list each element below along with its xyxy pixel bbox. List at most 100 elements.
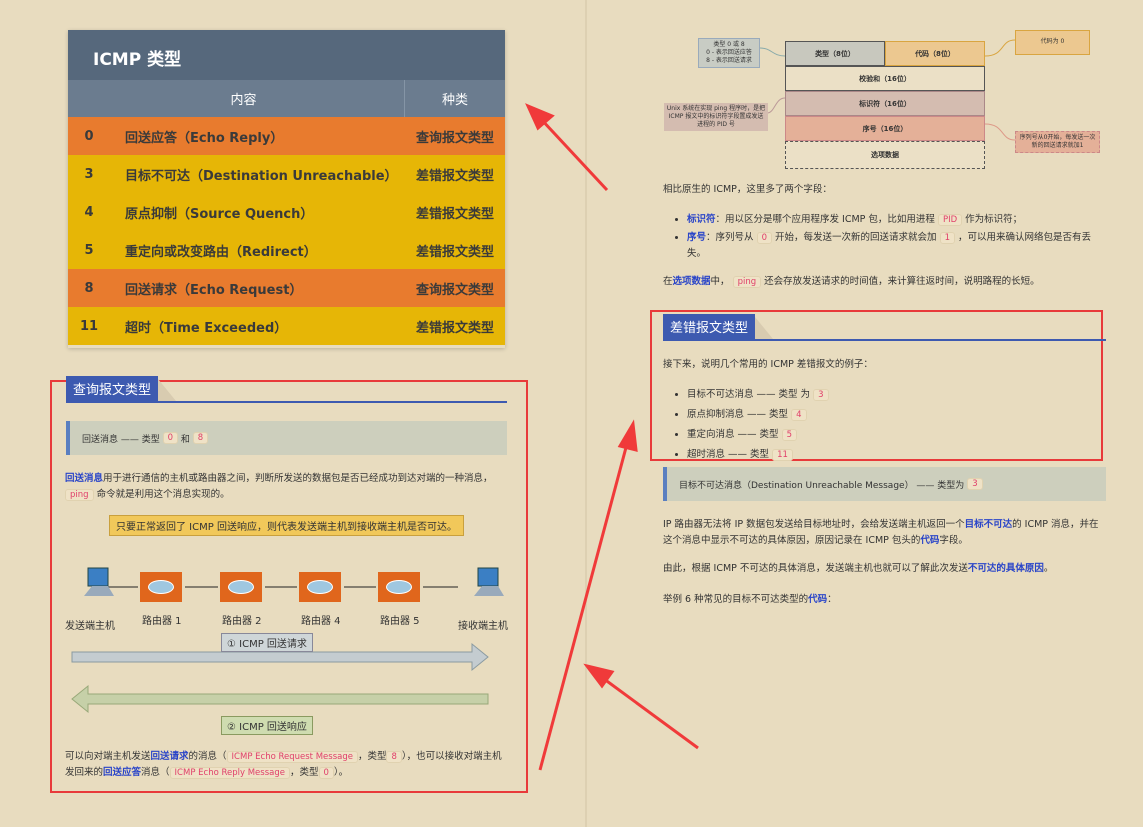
link[interactable]: 目标不可达 <box>965 519 1013 530</box>
response-label: ② ICMP 回送响应 <box>221 716 313 735</box>
error-list: 目标不可达消息 —— 类型 为 3原点抑制消息 —— 类型 4 重定向消息 —— … <box>663 385 829 465</box>
fields-list: 标识符：用以区分是哪个应用程序发 ICMP 包，比如用进程 PID 作为标识符；… <box>663 210 1103 262</box>
text: 命令就是利用这个消息实现的。 <box>96 489 230 500</box>
text: 。 <box>1043 563 1054 574</box>
link[interactable]: 不可达的具体原因 <box>968 563 1044 574</box>
type-kind: 差错报文类型 <box>415 206 494 222</box>
link[interactable]: 序号 <box>687 232 706 243</box>
note-line: 8 - 表示回送请求 <box>706 57 752 64</box>
text: 用于进行通信的主机或路由器之间，判断所发送的数据包是否已经成功到达对端的一种消息… <box>103 473 493 484</box>
type-kind: 差错报文类型 <box>415 320 494 336</box>
text: 的消息（ <box>188 751 227 762</box>
type-number: 3 <box>84 166 94 182</box>
type-number: 8 <box>84 280 94 296</box>
response-arrow <box>71 684 489 714</box>
type-number: 11 <box>79 318 99 334</box>
field-type: 类型（8位） <box>785 41 885 66</box>
type-content: 超时（Time Exceeded） <box>125 320 288 336</box>
codes-paragraph: 举例 6 种常见的目标不可达类型的代码： <box>663 592 837 608</box>
text: 开始，每发送一次新的回送请求就会加 <box>775 232 937 243</box>
code: PID <box>937 214 963 226</box>
header-kind: 种类 <box>441 93 468 108</box>
sequence-note: 序列号从0开始，每发送一次新的回送请求就加1 <box>1015 131 1100 153</box>
code: ICMP Echo Reply Message <box>169 767 290 779</box>
note-callout: 只要正常返回了 ICMP 回送响应，则代表发送端主机到接收端主机是否可达。 <box>109 515 464 536</box>
link[interactable]: 回送请求 <box>151 751 189 762</box>
type-kind: 查询报文类型 <box>415 282 494 298</box>
node-label: 路由器 5 <box>380 616 420 627</box>
link[interactable]: 回送消息 <box>65 473 103 484</box>
text: 超时消息 —— 类型 <box>687 449 770 460</box>
type-kind: 差错报文类型 <box>415 244 494 260</box>
code: 1 <box>939 232 955 244</box>
code: 4 <box>791 409 807 421</box>
code-note: 代码为 0 <box>1015 30 1090 55</box>
section-heading-error: 差错报文类型 <box>663 314 1106 341</box>
table-row: 3 目标不可达（Destination Unreachable） 差错报文类型 <box>68 155 505 193</box>
link[interactable]: 标识符 <box>687 214 716 225</box>
list-item: 目标不可达消息 —— 类型 为 3 <box>687 385 829 405</box>
list-item: 序号：序列号从 0 开始，每发送一次新的回送请求就会加 1 ，可以用来确认网络包… <box>687 230 1103 262</box>
list-item: 原点抑制消息 —— 类型 4 <box>687 405 829 425</box>
quote-and: 和 <box>180 434 190 445</box>
code: 0 <box>756 232 772 244</box>
field-sequence: 序号（16位） <box>785 116 985 141</box>
unreachable-paragraph: IP 路由器无法将 IP 数据包发送给目标地址时，会给发送端主机返回一个目标不可… <box>663 517 1106 549</box>
text: 由此，根据 ICMP 不可达的具体消息，发送端主机也就可以了解此次发送 <box>663 563 968 574</box>
options-paragraph: 在选项数据中， ping 还会存放发送请求的时间值，来计算往返时间，说明路程的长… <box>663 274 1040 290</box>
quote-text: 目标不可达消息（Destination Unreachable Message）… <box>679 480 965 491</box>
list-item: 超时消息 —— 类型 11 <box>687 445 829 465</box>
note-line: 0 - 表示回送应答 <box>706 49 752 56</box>
node-label: 路由器 1 <box>142 616 182 627</box>
text: 在 <box>663 276 673 287</box>
link[interactable]: 选项数据 <box>673 276 711 287</box>
text: ，类型 <box>357 751 387 762</box>
text: ： <box>827 594 837 605</box>
heading-text: 查询报文类型 <box>66 376 159 401</box>
list-item: 标识符：用以区分是哪个应用程序发 ICMP 包，比如用进程 PID 作为标识符； <box>687 210 1103 230</box>
paragraph-echo-messages: 可以向对端主机发送回送请求的消息（ ICMP Echo Request Messa… <box>65 749 510 781</box>
router-icon <box>299 572 341 602</box>
text: ）。 <box>333 767 349 778</box>
reason-paragraph: 由此，根据 ICMP 不可达的具体消息，发送端主机也就可以了解此次发送不可达的具… <box>663 561 1053 577</box>
node-label: 路由器 2 <box>222 616 262 627</box>
code: 3 <box>967 478 983 490</box>
computer-icon <box>82 566 116 600</box>
paragraph-echo: 回送消息用于进行通信的主机或路由器之间，判断所发送的数据包是否已经成功到达对端的… <box>65 471 495 503</box>
type-kind: 查询报文类型 <box>415 130 494 146</box>
table-title: ICMP 类型 <box>68 30 505 80</box>
code: 8 <box>192 432 209 444</box>
code: 11 <box>772 449 793 461</box>
text: 还会存放发送请求的时间值，来计算往返时间，说明路程的长短。 <box>764 276 1040 287</box>
text: 可以向对端主机发送 <box>65 751 151 762</box>
code: ping <box>65 489 94 501</box>
text: 作为标识符； <box>965 214 1023 225</box>
type-kind: 差错报文类型 <box>415 168 494 184</box>
heading-text: 差错报文类型 <box>663 314 756 339</box>
text: 中， <box>710 276 730 287</box>
type-number: 0 <box>84 128 94 144</box>
code: 0 <box>318 767 334 779</box>
echo-diagram: 发送端主机 路由器 1 路由器 2 路由器 4 路由器 5 接收端主机 ① IC… <box>60 560 520 740</box>
section-heading-query: 查询报文类型 <box>66 376 507 403</box>
code: 8 <box>386 751 402 763</box>
header-content: 内容 <box>68 80 405 117</box>
field-checksum: 校验和（16位） <box>785 66 985 91</box>
type-number: 4 <box>84 204 94 220</box>
error-intro: 接下来，说明几个常用的 ICMP 差错报文的例子： <box>663 359 873 370</box>
icmp-type-table: ICMP 类型 内容 种类 0 回送应答（Echo Reply） 查询报文类型 3 目标… <box>68 30 505 348</box>
text: IP 路由器无法将 IP 数据包发送给目标地址时，会给发送端主机返回一个 <box>663 519 965 530</box>
field-options: 选项数据 <box>785 141 985 169</box>
node-label: 接收端主机 <box>458 621 508 632</box>
link[interactable]: 代码 <box>920 535 939 546</box>
type-number: 5 <box>84 242 94 258</box>
text: 重定向消息 —— 类型 <box>687 429 779 440</box>
note-line: 类型 0 或 8 <box>713 41 745 48</box>
code: 5 <box>781 429 797 441</box>
link[interactable]: 代码 <box>808 594 827 605</box>
text: ：用以区分是哪个应用程序发 ICMP 包，比如用进程 <box>715 214 935 225</box>
link[interactable]: 回送应答 <box>103 767 141 778</box>
quote-text: 回送消息 —— 类型 <box>82 434 160 445</box>
code: 3 <box>813 389 829 401</box>
router-icon <box>378 572 420 602</box>
